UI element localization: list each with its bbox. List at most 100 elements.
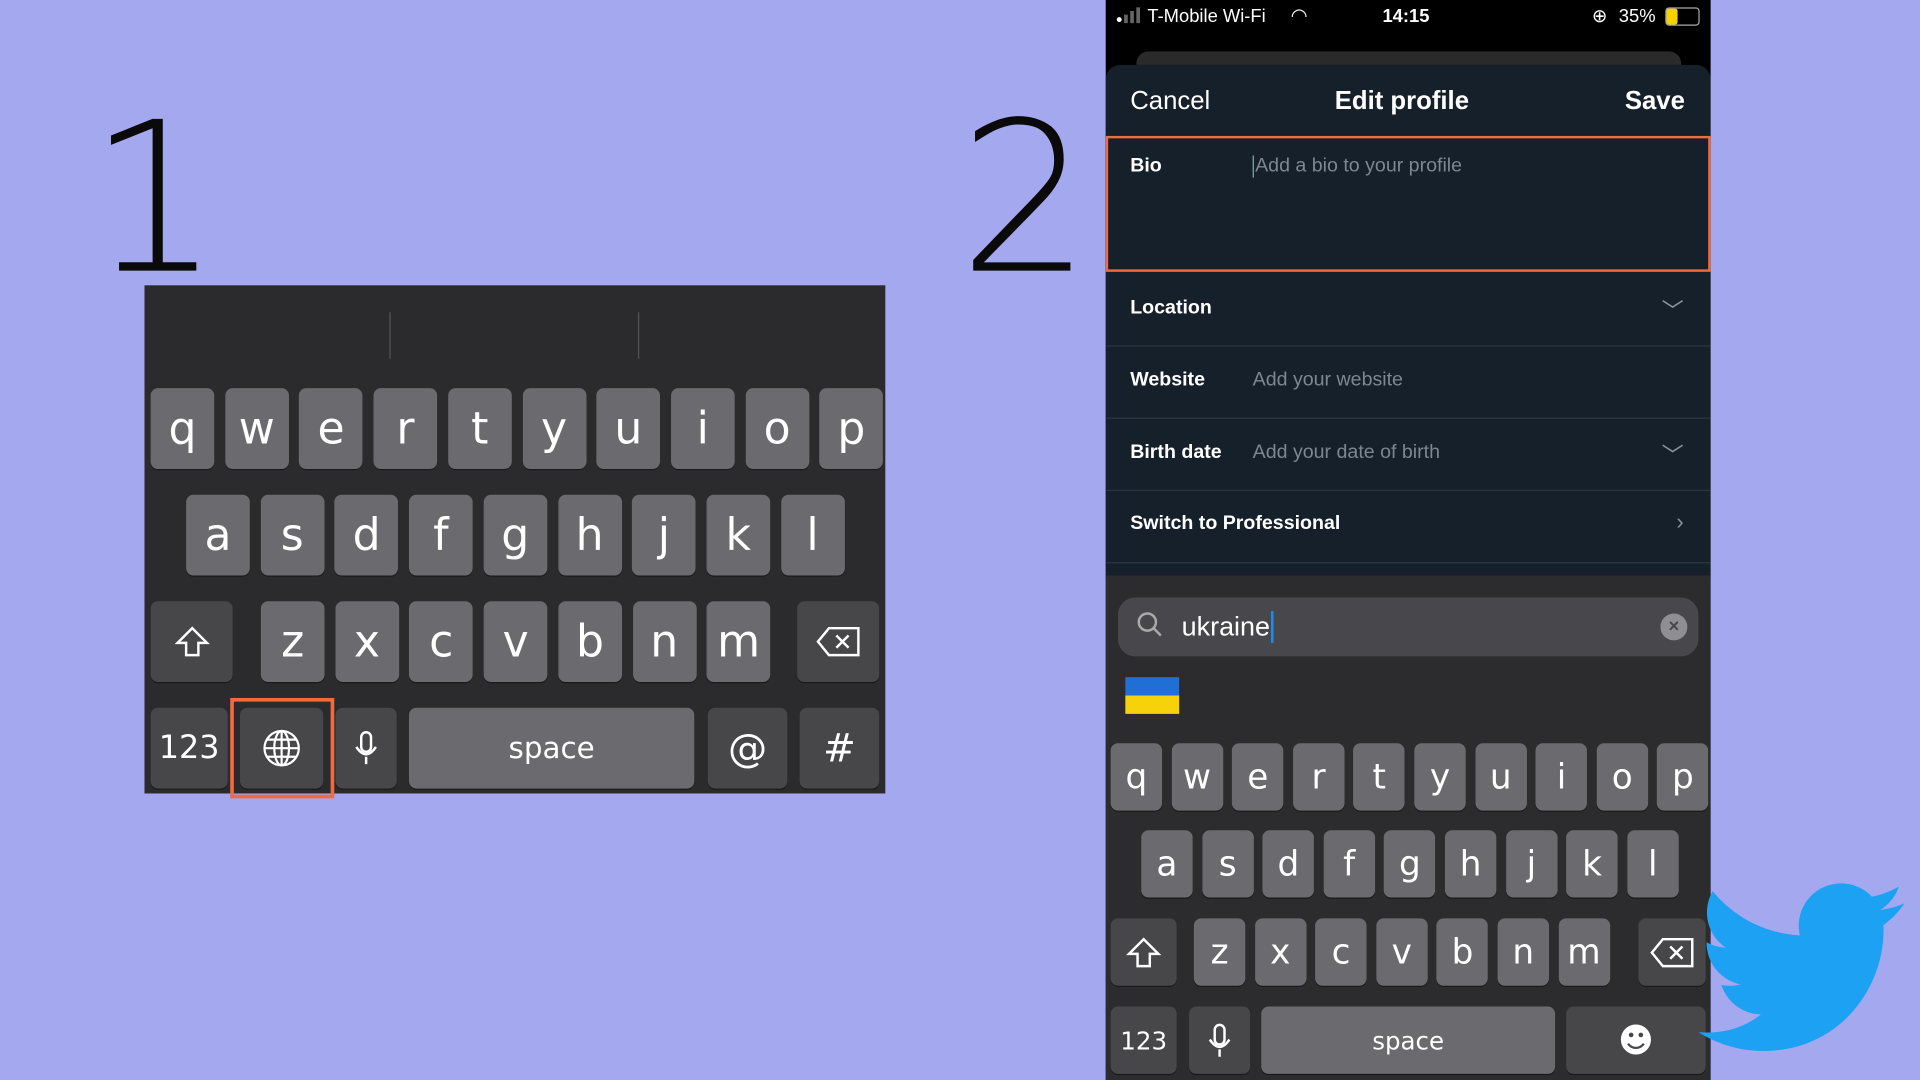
space-key[interactable]: space bbox=[1261, 1006, 1556, 1074]
key-t[interactable]: t bbox=[447, 388, 512, 469]
bio-field[interactable]: Bio Add a bio to your profile bbox=[1105, 135, 1711, 272]
globe-key-highlight bbox=[230, 697, 335, 799]
backspace-key[interactable] bbox=[797, 601, 880, 683]
at-key[interactable]: @ bbox=[707, 707, 788, 789]
key-w[interactable]: w bbox=[224, 388, 289, 469]
shift-key[interactable] bbox=[150, 601, 233, 683]
key-f[interactable]: f bbox=[409, 494, 473, 576]
time: 14:15 bbox=[1382, 6, 1430, 27]
key-h[interactable]: h bbox=[1444, 830, 1497, 898]
key-n[interactable]: n bbox=[632, 601, 697, 683]
chevron-down-icon: ﹀ bbox=[1661, 298, 1684, 324]
key-r[interactable]: r bbox=[373, 388, 438, 469]
step-2-label: 2 bbox=[958, 78, 1092, 321]
dictation-key[interactable] bbox=[1188, 1006, 1251, 1074]
key-q[interactable]: q bbox=[1110, 743, 1163, 811]
numbers-key[interactable]: 123 bbox=[150, 707, 228, 789]
key-n[interactable]: n bbox=[1497, 918, 1549, 986]
signal-icon bbox=[1116, 0, 1143, 34]
key-h[interactable]: h bbox=[557, 494, 622, 576]
website-input[interactable]: Add your website bbox=[1253, 370, 1403, 392]
key-i[interactable]: i bbox=[670, 388, 735, 469]
key-a[interactable]: a bbox=[1141, 830, 1193, 898]
key-u[interactable]: u bbox=[596, 388, 661, 469]
birth-date-label: Birth date bbox=[1130, 442, 1222, 463]
key-d[interactable]: d bbox=[334, 494, 399, 576]
clear-search-icon[interactable]: × bbox=[1660, 613, 1688, 641]
location-label: Location bbox=[1130, 297, 1212, 319]
website-row[interactable]: Website Add your website bbox=[1105, 347, 1711, 419]
key-v[interactable]: v bbox=[1376, 918, 1428, 986]
key-q[interactable]: q bbox=[150, 388, 215, 469]
twitter-logo-icon bbox=[1690, 876, 1908, 1060]
microphone-icon bbox=[1207, 1022, 1231, 1059]
key-k[interactable]: k bbox=[1566, 830, 1618, 898]
bio-input[interactable]: Add a bio to your profile bbox=[1252, 155, 1462, 178]
emoji-result-ukraine-flag[interactable] bbox=[1124, 676, 1180, 726]
key-m[interactable]: m bbox=[1558, 918, 1610, 986]
key-v[interactable]: v bbox=[483, 601, 548, 683]
key-o[interactable]: o bbox=[1596, 743, 1648, 811]
switch-professional-row[interactable]: Switch to Professional › bbox=[1105, 491, 1711, 564]
hash-key[interactable]: # bbox=[799, 707, 880, 789]
key-c[interactable]: c bbox=[1315, 918, 1367, 986]
birth-date-row[interactable]: Birth date Add your date of birth ﹀ bbox=[1105, 419, 1711, 492]
key-j[interactable]: j bbox=[632, 494, 696, 576]
key-l[interactable]: l bbox=[1627, 830, 1679, 898]
website-label: Website bbox=[1130, 369, 1205, 391]
emoji-search-input[interactable]: ukraine bbox=[1182, 611, 1274, 643]
key-e[interactable]: e bbox=[1232, 743, 1284, 811]
key-o[interactable]: o bbox=[745, 388, 809, 469]
key-j[interactable]: j bbox=[1505, 830, 1558, 898]
key-l[interactable]: l bbox=[780, 494, 845, 576]
key-y[interactable]: y bbox=[1414, 743, 1466, 811]
keyboard-1: q w e r t y u i o p a s d f g h j k l z x c v b n m 123 space @ # bbox=[144, 285, 886, 799]
key-s[interactable]: s bbox=[1201, 830, 1254, 898]
key-r[interactable]: r bbox=[1292, 743, 1345, 811]
dictation-key[interactable] bbox=[335, 707, 397, 789]
key-g[interactable]: g bbox=[483, 494, 548, 576]
key-b[interactable]: b bbox=[1436, 918, 1489, 986]
key-p[interactable]: p bbox=[819, 388, 884, 469]
emoji-keyboard: ukraine × q w e r t y u i o p a s d f g h j k l z x c v b n m 123 s… bbox=[1105, 575, 1711, 1080]
key-x[interactable]: x bbox=[1254, 918, 1307, 986]
key-u[interactable]: u bbox=[1475, 743, 1527, 811]
key-k[interactable]: k bbox=[706, 494, 771, 576]
key-z[interactable]: z bbox=[260, 601, 325, 683]
carrier: T-Mobile Wi-Fi bbox=[1147, 6, 1266, 27]
suggestion-divider bbox=[389, 312, 391, 359]
key-a[interactable]: a bbox=[186, 494, 250, 576]
key-e[interactable]: e bbox=[299, 388, 363, 469]
emoji-search-field[interactable]: ukraine × bbox=[1117, 597, 1699, 657]
key-s[interactable]: s bbox=[260, 494, 325, 576]
key-y[interactable]: y bbox=[522, 388, 586, 469]
key-z[interactable]: z bbox=[1193, 918, 1246, 986]
key-x[interactable]: x bbox=[335, 601, 399, 683]
key-w[interactable]: w bbox=[1171, 743, 1223, 811]
chevron-down-icon: ﹀ bbox=[1661, 443, 1684, 468]
bio-label: Bio bbox=[1130, 155, 1162, 177]
canvas: 1 2 q w e r t y u i o p a s d f g h j k l z x c v b n m 123 space @ #… bbox=[0, 0, 1920, 1080]
birth-date-input[interactable]: Add your date of birth bbox=[1253, 442, 1440, 464]
key-f[interactable]: f bbox=[1323, 830, 1375, 898]
wifi-icon: ◠ bbox=[1290, 6, 1308, 27]
emoji-key[interactable]: ☻ bbox=[1566, 1006, 1706, 1074]
battery-percent: 35% bbox=[1618, 6, 1656, 27]
save-button[interactable]: Save bbox=[1625, 87, 1685, 116]
shift-key[interactable] bbox=[1110, 918, 1177, 986]
space-key[interactable]: space bbox=[408, 707, 695, 789]
key-g[interactable]: g bbox=[1384, 830, 1436, 898]
search-icon bbox=[1135, 610, 1164, 647]
key-p[interactable]: p bbox=[1657, 743, 1709, 811]
key-m[interactable]: m bbox=[706, 601, 771, 683]
key-i[interactable]: i bbox=[1535, 743, 1588, 811]
key-c[interactable]: c bbox=[409, 601, 474, 683]
switch-professional-label: Switch to Professional bbox=[1130, 513, 1341, 534]
key-t[interactable]: t bbox=[1353, 743, 1405, 811]
key-b[interactable]: b bbox=[558, 601, 622, 683]
numbers-key[interactable]: 123 bbox=[1110, 1006, 1177, 1074]
cancel-button[interactable]: Cancel bbox=[1130, 87, 1210, 116]
emoji-icon: ☻ bbox=[1618, 1020, 1654, 1061]
location-row[interactable]: Location ﹀ bbox=[1105, 274, 1711, 347]
key-d[interactable]: d bbox=[1262, 830, 1315, 898]
